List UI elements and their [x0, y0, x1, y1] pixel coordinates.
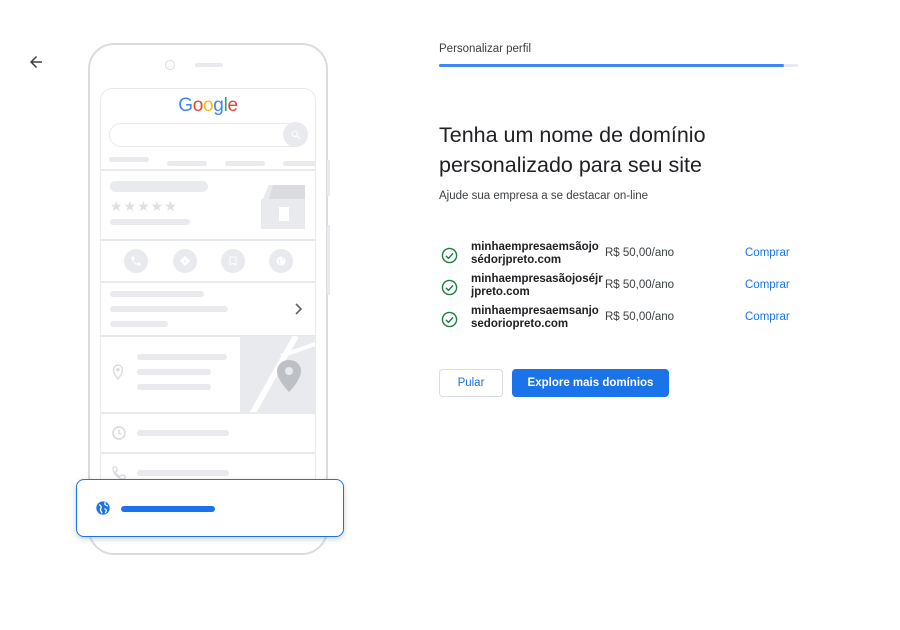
mock-line — [110, 291, 204, 297]
phone-camera — [165, 60, 175, 70]
mock-directions-action — [173, 249, 197, 273]
search-icon — [291, 130, 300, 139]
step-label: Personalizar perfil — [439, 43, 532, 55]
back-button[interactable] — [22, 48, 50, 76]
phone-side-button — [327, 160, 330, 196]
mock-tab — [109, 157, 149, 162]
mock-divider — [101, 412, 315, 414]
globe-icon — [276, 256, 286, 266]
phone-icon — [131, 256, 141, 266]
globe-icon — [96, 501, 110, 515]
logo-letter: o — [192, 95, 204, 116]
progress-bar-fill — [439, 64, 784, 67]
mock-line — [137, 430, 229, 436]
storefront-icon — [261, 185, 305, 229]
domain-name: minhaempresasãojoséjrjpreto.com — [471, 273, 603, 298]
mock-divider — [101, 239, 315, 241]
location-pin-icon — [112, 364, 124, 380]
url-placeholder-bar — [121, 506, 215, 512]
clock-icon — [112, 426, 126, 440]
check-circle-icon — [441, 247, 458, 264]
phone-side-button — [327, 225, 330, 295]
mock-divider — [101, 169, 315, 171]
mock-save-action — [221, 249, 245, 273]
chevron-right-icon — [295, 303, 303, 315]
phone-screen: Google ★★★★★ — [100, 88, 316, 528]
mock-line — [137, 354, 227, 360]
domain-option: minhaempresasãojoséjrjpreto.com R$ 50,00… — [439, 273, 799, 301]
logo-letter: g — [213, 95, 224, 116]
arrow-left-icon — [30, 56, 42, 68]
mock-rating-stars: ★★★★★ — [110, 198, 178, 214]
logo-letter: o — [203, 95, 214, 116]
domain-option: minhaempresaemsanjosedoriopreto.com R$ 5… — [439, 305, 799, 333]
mock-line — [137, 384, 211, 390]
domain-price: R$ 50,00/ano — [605, 247, 675, 259]
website-url-card — [76, 479, 344, 537]
buy-domain-link[interactable]: Comprar — [745, 311, 790, 323]
mock-call-action — [124, 249, 148, 273]
logo-letter: G — [178, 95, 193, 116]
domain-price: R$ 50,00/ano — [605, 311, 675, 323]
mock-divider — [101, 281, 315, 283]
progress-bar — [439, 64, 798, 67]
page-subtitle: Ajude sua empresa a se destacar on-line — [439, 190, 649, 202]
bookmark-icon — [229, 256, 237, 266]
mock-map — [241, 336, 315, 412]
logo-letter: e — [227, 95, 238, 116]
google-logo: Google — [101, 95, 315, 117]
mock-tab — [225, 161, 265, 166]
domain-price: R$ 50,00/ano — [605, 279, 675, 291]
page-title: Tenha um nome de domínio personalizado p… — [439, 123, 706, 178]
mock-line — [137, 470, 229, 476]
domain-option: minhaempresaemsãojosédorjpreto.com R$ 50… — [439, 241, 799, 269]
mock-search-button — [283, 122, 308, 147]
buy-domain-link[interactable]: Comprar — [745, 247, 790, 259]
mock-line — [110, 219, 190, 225]
domain-name: minhaempresaemsãojosédorjpreto.com — [471, 241, 599, 266]
directions-icon — [180, 256, 190, 266]
mock-search-bar — [109, 122, 308, 147]
domain-name: minhaempresaemsanjosedoriopreto.com — [471, 305, 599, 330]
mock-line — [110, 306, 228, 312]
skip-button[interactable]: Pular — [439, 369, 503, 397]
mock-line — [110, 321, 168, 327]
mock-tab — [283, 161, 315, 166]
mock-line — [137, 369, 211, 375]
check-circle-icon — [441, 279, 458, 296]
mock-website-action — [269, 249, 293, 273]
mock-title-bar — [110, 181, 208, 192]
map-icon — [249, 336, 315, 412]
explore-domains-button[interactable]: Explore mais domínios — [512, 369, 669, 397]
mock-tab — [167, 161, 207, 166]
check-circle-icon — [441, 311, 458, 328]
phone-speaker — [195, 63, 223, 67]
buy-domain-link[interactable]: Comprar — [745, 279, 790, 291]
mock-divider — [101, 452, 315, 454]
